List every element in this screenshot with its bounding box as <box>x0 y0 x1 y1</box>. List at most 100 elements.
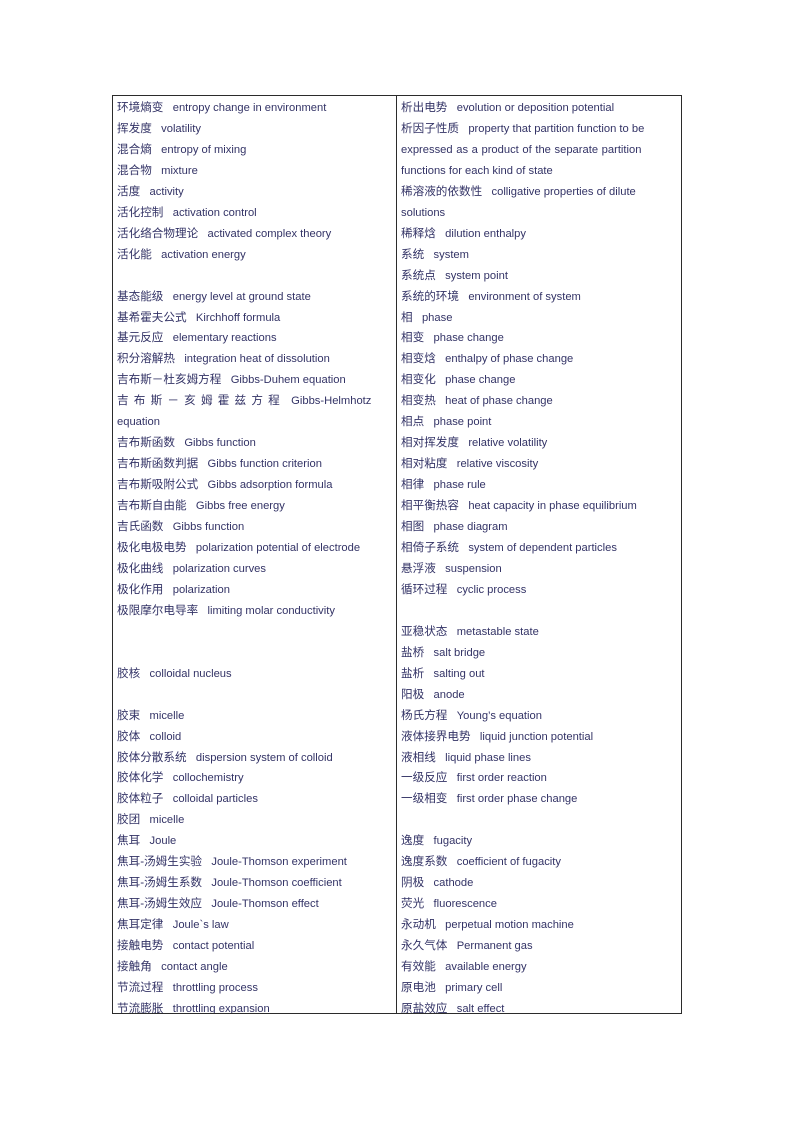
glossary-term-cjk: 环境熵变 <box>117 101 164 114</box>
glossary-term-separator <box>163 584 172 596</box>
glossary-term-en: system <box>433 248 469 261</box>
glossary-entry: 相 phase <box>401 308 677 329</box>
glossary-term-en: colloidal nucleus <box>149 667 232 680</box>
glossary-entry: 胶体 colloid <box>117 727 392 748</box>
glossary-term-separator <box>163 207 172 219</box>
glossary-term-separator <box>140 814 149 826</box>
glossary-term-en: environment of system <box>468 290 581 303</box>
glossary-term-en: Joule <box>149 835 177 848</box>
glossary-term-separator <box>163 291 172 303</box>
glossary-term-cjk: 极化作用 <box>117 582 164 596</box>
glossary-term-separator <box>447 626 456 638</box>
glossary-term-en: perpetual motion machine <box>445 919 574 932</box>
glossary-entry: 吉布斯函数 Gibbs function <box>117 433 392 454</box>
glossary-term-cjk: 悬浮液 <box>401 561 436 575</box>
glossary-term-en: property that partition function to be <box>468 122 645 135</box>
glossary-term-cjk: 相变热 <box>401 394 436 408</box>
glossary-term-en: integration heat of dissolution <box>184 353 330 366</box>
glossary-term-en: activation energy <box>161 248 246 261</box>
glossary-term-en: relative volatility <box>468 437 548 450</box>
glossary-entry: 节流过程 throttling process <box>117 978 392 999</box>
glossary-term-separator <box>424 479 433 491</box>
glossary-term-separator <box>436 563 445 575</box>
glossary-term-separator <box>175 353 184 365</box>
glossary-term-cjk: 吉布斯－杜亥姆方程 <box>117 373 222 387</box>
glossary-entry: 环境熵变 entropy change in environment <box>117 98 392 119</box>
glossary-entry: 相图 phase diagram <box>401 517 677 538</box>
glossary-term-en-continued: solutions <box>401 206 446 219</box>
glossary-term-en: metastable state <box>456 625 539 638</box>
glossary-entry: 混合物 mixture <box>117 161 392 182</box>
glossary-term-cjk: 焦耳-汤姆生系数 <box>117 876 203 890</box>
glossary-term-cjk: 循环过程 <box>401 582 448 596</box>
glossary-term-cjk: 液相线 <box>401 750 436 764</box>
glossary-term-en: relative viscosity <box>456 458 539 471</box>
glossary-term-cjk: 一级相变 <box>401 792 448 806</box>
glossary-term-cjk: 极限摩尔电导率 <box>117 603 199 617</box>
glossary-entry: 混合熵 entropy of mixing <box>117 140 392 161</box>
glossary-term-separator <box>163 772 172 784</box>
glossary-term-cjk: 一级反应 <box>401 771 448 785</box>
glossary-entry: 液相线 liquid phase lines <box>401 748 677 769</box>
glossary-entry: 一级相变 first order phase change <box>401 789 677 810</box>
glossary-entry: 相对挥发度 relative volatility <box>401 433 677 454</box>
glossary-term-en: limiting molar conductivity <box>207 604 335 617</box>
glossary-term-separator <box>459 291 468 303</box>
glossary-term-separator <box>447 940 456 952</box>
glossary-term-separator <box>187 542 196 554</box>
glossary-entry: 永动机 perpetual motion machine <box>401 915 677 936</box>
glossary-term-separator <box>163 102 172 114</box>
glossary-entry: 焦耳定律 Joule`s law <box>117 915 392 936</box>
glossary-term-cjk: 焦耳-汤姆生实验 <box>117 855 203 869</box>
glossary-term-separator <box>152 123 161 135</box>
glossary-term-cjk: 混合物 <box>117 163 152 177</box>
glossary-term-cjk: 活化络合物理论 <box>117 226 199 240</box>
glossary-entry: 焦耳-汤姆生实验 Joule-Thomson experiment <box>117 852 392 873</box>
glossary-term-en: elementary reactions <box>172 332 277 345</box>
glossary-term-cjk: 焦耳-汤姆生效应 <box>117 897 203 911</box>
glossary-term-cjk: 相 <box>401 310 413 324</box>
glossary-term-en: phase change <box>433 332 504 345</box>
glossary-term-separator <box>152 144 161 156</box>
glossary-entry: 极限摩尔电导率 limiting molar conductivity <box>117 601 392 622</box>
glossary-entry: 逸度 fugacity <box>401 831 677 852</box>
glossary-term-separator <box>140 835 149 847</box>
glossary-term-en: Joule-Thomson effect <box>211 898 319 911</box>
glossary-term-en: contact potential <box>172 940 255 953</box>
glossary-term-cjk: 阳极 <box>401 687 425 701</box>
glossary-term-cjk: 相平衡热容 <box>401 499 459 513</box>
glossary-term-separator <box>436 961 445 973</box>
glossary-entry: 稀释焓 dilution enthalpy <box>401 224 677 245</box>
glossary-term-separator <box>140 186 149 198</box>
glossary-term-separator <box>447 1003 456 1013</box>
glossary-entry: 阳极 anode <box>401 685 677 706</box>
glossary-term-separator <box>424 521 433 533</box>
glossary-term-cjk: 极化电极电势 <box>117 541 187 554</box>
glossary-term-separator <box>447 102 456 114</box>
glossary-term-en: fluorescence <box>433 898 497 911</box>
glossary-term-separator <box>202 898 211 910</box>
glossary-term-separator <box>163 563 172 575</box>
glossary-term-cjk: 焦耳 <box>117 834 141 848</box>
glossary-entry: 胶体化学 collochemistry <box>117 768 392 789</box>
glossary-entry: 活度 activity <box>117 182 392 203</box>
glossary-entry: 相对粘度 relative viscosity <box>401 454 677 475</box>
glossary-term-separator <box>163 919 172 931</box>
glossary-term-cjk: 基希霍夫公式 <box>117 310 187 324</box>
glossary-term-separator <box>202 877 211 889</box>
glossary-term-separator <box>436 270 445 282</box>
glossary-blank-line <box>117 685 392 706</box>
glossary-term-cjk: 混合熵 <box>117 142 152 156</box>
glossary-entry: 吉布斯吸附公式 Gibbs adsorption formula <box>117 475 392 496</box>
glossary-term-cjk: 接触电势 <box>117 939 164 953</box>
glossary-entry: 系统的环境 environment of system <box>401 287 677 308</box>
glossary-term-en: first order phase change <box>456 793 578 806</box>
glossary-term-cjk: 析因子性质 <box>401 121 459 135</box>
glossary-term-en: first order reaction <box>456 772 547 785</box>
glossary-blank-line <box>401 601 677 622</box>
glossary-entry: 焦耳-汤姆生系数 Joule-Thomson coefficient <box>117 873 392 894</box>
glossary-term-en: Gibbs function <box>172 521 245 534</box>
glossary-term-cjk: 永久气体 <box>401 939 448 953</box>
glossary-term-en: salt bridge <box>433 646 486 659</box>
glossary-term-separator <box>198 605 207 617</box>
